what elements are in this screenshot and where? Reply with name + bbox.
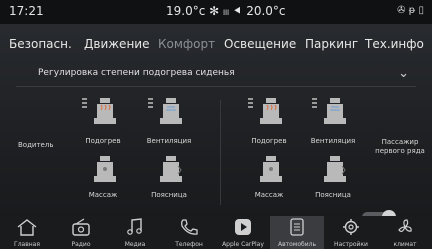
seat-heating-section-header[interactable]: Регулировка степени подогрева сиденья ⌄ [20,66,415,84]
passenger-lumbar-button[interactable] [310,154,356,190]
passenger-ventilation-button[interactable] [310,96,356,132]
level-indicator [148,98,153,110]
nav-home[interactable]: Главная [0,216,54,249]
nav-vehicle[interactable]: Автомобиль [270,216,324,249]
seat-divider [220,100,221,205]
nav-phone[interactable]: Телефон [162,216,216,249]
seat-lumbar-icon [324,156,346,182]
driver-massage-button[interactable] [80,154,126,190]
carplay-icon [235,219,251,235]
driver-ventilation-label: Вентиляция [146,137,192,145]
section-divider [16,86,416,87]
nav-carplay-label: Apple CarPlay [222,241,264,248]
clock: 17:21 [9,4,44,18]
nav-home-label: Главная [14,241,40,248]
seat-massage-icon [94,156,116,182]
passenger-heating-label: Подогрев [251,137,287,145]
driver-heating-label: Подогрев [85,137,121,145]
nav-radio-label: Радио [71,241,91,248]
screen: 17:21 19.0°c ✻ ₗₗₗ ⯇ 20.0°c ✇ ᵽ ▯ Безопа… [0,0,432,249]
level-indicator [312,98,317,110]
fan-icon [398,219,412,233]
tab-tech-info[interactable]: Тех.инфо [365,37,424,51]
nav-phone-label: Телефон [175,241,203,248]
nav-vehicle-label: Автомобиль [278,241,316,248]
category-tabs: Безопасн. Движение Комфорт Освещение Пар… [0,32,432,58]
section-title: Регулировка степени подогрева сиденья [38,68,235,78]
nav-carplay[interactable]: Apple CarPlay [216,216,270,249]
seat-vent-icon [160,98,182,124]
radio-icon [72,218,90,236]
nav-settings-label: Настройки [334,241,368,248]
driver-lumbar-label: Поясница [151,191,187,199]
driver-heating-button[interactable] [80,96,126,132]
nav-climate-label: климат [393,241,417,248]
nav-media[interactable]: Медиа [108,216,162,249]
seat-massage-icon [260,156,282,182]
tab-safety[interactable]: Безопасн. [9,37,72,51]
gear-icon [343,219,359,235]
driver-ventilation-button[interactable] [146,96,192,132]
seat-vent-icon [324,98,346,124]
home-icon [17,219,37,236]
passenger-lumbar-label: Поясница [315,191,351,199]
tab-lighting[interactable]: Освещение [224,37,296,51]
passenger-ventilation-label: Вентиляция [310,137,356,145]
nav-radio[interactable]: Радио [54,216,108,249]
passenger-label: Пассажир первого ряда [375,138,425,155]
driver-label: Водитель [18,141,54,149]
status-icons: ✇ ᵽ ▯ [397,5,424,16]
level-indicator [248,98,253,110]
status-bar: 17:21 19.0°c ✻ ₗₗₗ ⯇ 20.0°c ✇ ᵽ ▯ [0,0,432,24]
seat-heat-icon [94,98,116,124]
chevron-down-icon[interactable]: ⌄ [398,66,409,81]
music-icon [127,218,142,235]
seat-lumbar-icon [160,156,182,182]
driver-lumbar-button[interactable] [146,154,192,190]
car-settings-icon [290,218,304,236]
nav-climate[interactable]: климат [378,216,432,249]
tab-comfort[interactable]: Комфорт [158,37,215,51]
phone-icon [181,219,198,235]
passenger-heating-button[interactable] [246,96,292,132]
nav-settings[interactable]: Настройки [324,216,378,249]
nav-media-label: Медиа [124,241,146,248]
tab-driving[interactable]: Движение [84,37,149,51]
passenger-massage-label: Массаж [254,191,284,199]
level-indicator [82,98,87,110]
driver-massage-label: Массаж [88,191,118,199]
bottom-nav: Главная Радио Медиа Телефон Apple CarPla… [0,216,432,249]
tab-parking[interactable]: Паркинг [305,37,358,51]
climate-readout: 19.0°c ✻ ₗₗₗ ⯇ 20.0°c [166,4,286,18]
seat-heat-icon [260,98,282,124]
passenger-massage-button[interactable] [246,154,292,190]
